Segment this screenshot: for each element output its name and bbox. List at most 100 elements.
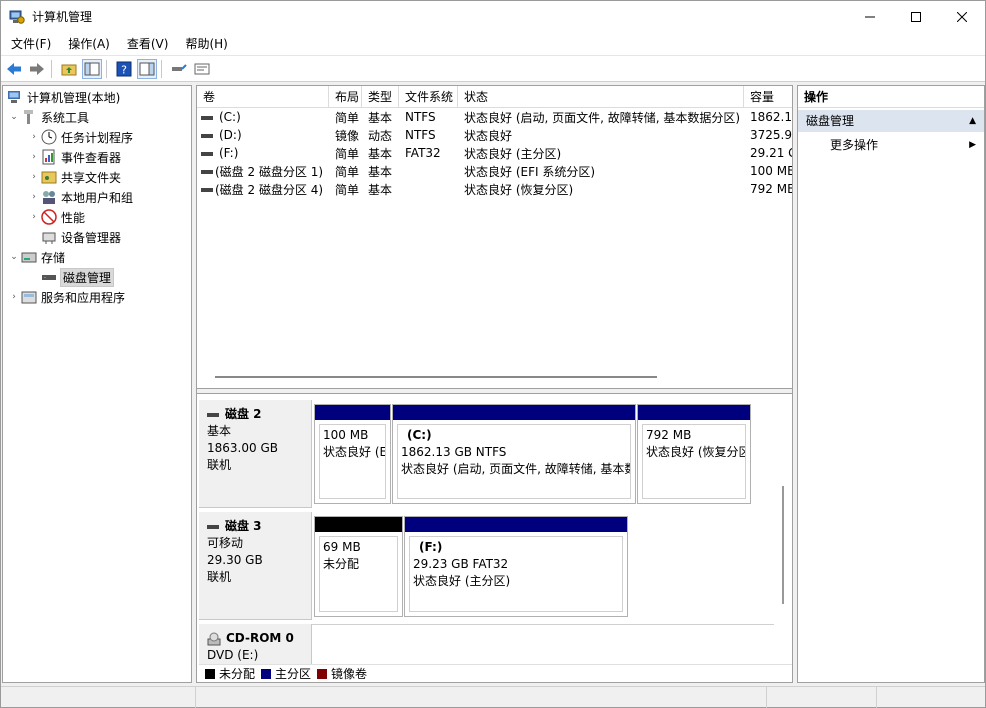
tree-item-storage[interactable]: ⌄ 存储 — [7, 247, 65, 267]
clock-icon — [41, 129, 57, 145]
submenu-arrow-icon: ▶ — [969, 140, 976, 150]
cell-type: 基本 — [368, 146, 393, 161]
show-hide-tree-button[interactable] — [82, 58, 102, 79]
title-bar[interactable]: 计算机管理 — [1, 1, 985, 32]
chevron-down-icon[interactable]: ⌄ — [7, 112, 21, 122]
partition-title: (F:) — [419, 540, 443, 554]
partition-color-bar — [405, 517, 627, 532]
disk-type: DVD (E:) — [207, 648, 259, 662]
partition-size: 69 MB — [323, 540, 361, 554]
tree-item-system-tools[interactable]: ⌄ 系统工具 — [7, 107, 89, 127]
back-button[interactable] — [4, 59, 24, 79]
disk-label[interactable]: CD-ROM 0 DVD (E:) — [199, 624, 312, 664]
pane-splitter[interactable] — [197, 388, 792, 394]
cell-type: 基本 — [368, 164, 393, 179]
menu-view[interactable]: 查看(V) — [120, 35, 176, 52]
actions-section-disk-management[interactable]: 磁盘管理 ▲ — [798, 110, 984, 132]
disk-type: 可移动 — [207, 536, 244, 550]
column-header-type[interactable]: 类型 — [362, 86, 399, 108]
menu-file[interactable]: 文件(F) — [4, 35, 58, 52]
table-row[interactable]: (F:) 简单 基本 FAT32 状态良好 (主分区) 29.21 G — [197, 144, 792, 162]
partition-block[interactable]: (C:) 1862.13 GB NTFS 状态良好 (启动, 页面文件, 故障转… — [392, 404, 636, 504]
partition-color-bar — [315, 405, 390, 420]
partition-block[interactable]: 100 MB 状态良好 (E — [314, 404, 391, 504]
tree-item-disk-management[interactable]: 磁盘管理 — [41, 267, 115, 287]
partition-color-bar — [315, 517, 402, 532]
disk-icon — [207, 524, 219, 529]
disk-label[interactable]: 磁盘 3 可移动 29.30 GB 联机 — [199, 512, 312, 620]
forward-button[interactable] — [27, 59, 47, 79]
main-window: 计算机管理 文件(F) 操作(A) 查看(V) 帮助(H) ? 计算机管理(本地… — [0, 0, 986, 708]
column-header-filesystem[interactable]: 文件系统 — [399, 86, 458, 108]
toolbar-separator — [51, 59, 52, 78]
properties-button[interactable] — [192, 59, 212, 79]
tree-item-task-scheduler[interactable]: › 任务计划程序 — [27, 127, 133, 147]
tree-item-device-manager[interactable]: 设备管理器 — [41, 227, 121, 247]
horizontal-scrollbar[interactable] — [215, 376, 657, 378]
maximize-button[interactable] — [893, 1, 939, 32]
column-header-volume[interactable]: 卷 — [197, 86, 329, 108]
cell-status: 状态良好 (EFI 系统分区) — [464, 164, 596, 179]
menu-help[interactable]: 帮助(H) — [178, 35, 234, 52]
chevron-right-icon[interactable]: › — [27, 172, 41, 182]
chevron-right-icon[interactable]: › — [27, 212, 41, 222]
partition-block[interactable]: 69 MB 未分配 — [314, 516, 403, 617]
partition-block[interactable]: (F:) 29.23 GB FAT32 状态良好 (主分区) — [404, 516, 628, 617]
disk-label[interactable]: 磁盘 2 基本 1863.00 GB 联机 — [199, 400, 312, 508]
disk-management-pane: 卷 布局 类型 文件系统 状态 容量 (C:) 简单 基本 NTFS 状态良好 … — [196, 85, 793, 683]
shared-folder-icon — [41, 171, 57, 184]
cell-filesystem: NTFS — [405, 110, 436, 124]
collapse-up-icon[interactable]: ▲ — [969, 110, 976, 132]
tree-item-shared-folders[interactable]: › 共享文件夹 — [27, 167, 121, 187]
close-icon — [957, 11, 967, 22]
close-button[interactable] — [939, 1, 985, 32]
cell-filesystem: FAT32 — [405, 146, 441, 160]
computer-management-icon — [9, 10, 25, 24]
disk-size: 1863.00 GB — [207, 441, 278, 455]
partition-color-bar — [393, 405, 635, 420]
show-hide-action-pane-button[interactable] — [137, 58, 157, 79]
chevron-right-icon[interactable]: › — [27, 192, 41, 202]
minimize-icon — [865, 16, 875, 17]
table-row[interactable]: (D:) 镜像 动态 NTFS 状态良好 3725.90 — [197, 126, 792, 144]
tree-item-performance[interactable]: › 性能 — [27, 207, 85, 227]
chevron-right-icon[interactable]: › — [27, 132, 41, 142]
tree-item-root[interactable]: 计算机管理(本地) — [7, 87, 120, 107]
disk-name: 磁盘 3 — [225, 519, 262, 533]
vertical-scrollbar[interactable] — [782, 486, 784, 604]
cell-volume: (磁盘 2 磁盘分区 4) — [197, 181, 329, 198]
tree-label: 共享文件夹 — [61, 170, 122, 185]
tree-label: 设备管理器 — [61, 230, 122, 245]
chevron-right-icon[interactable]: › — [7, 292, 21, 302]
partition-block[interactable]: 792 MB 状态良好 (恢复分区 — [637, 404, 751, 504]
toolbar-separator — [106, 59, 107, 78]
folder-up-icon — [61, 64, 77, 75]
column-header-layout[interactable]: 布局 — [329, 86, 362, 108]
chevron-right-icon[interactable]: › — [27, 152, 41, 162]
cell-status: 状态良好 (主分区) — [464, 146, 562, 161]
table-row[interactable]: (C:) 简单 基本 NTFS 状态良好 (启动, 页面文件, 故障转储, 基本… — [197, 108, 792, 126]
column-header-capacity[interactable]: 容量 — [744, 86, 792, 108]
table-row[interactable]: (磁盘 2 磁盘分区 1) 简单 基本 状态良好 (EFI 系统分区) 100 … — [197, 162, 792, 180]
tree-label: 性能 — [61, 210, 86, 225]
more-actions-item[interactable]: 更多操作 ▶ — [798, 135, 984, 155]
column-header-status[interactable]: 状态 — [458, 86, 744, 108]
tree-item-services[interactable]: › 服务和应用程序 — [7, 287, 125, 307]
minimize-button[interactable] — [847, 1, 893, 32]
chevron-down-icon[interactable]: ⌄ — [7, 252, 21, 262]
cell-status: 状态良好 (恢复分区) — [464, 182, 574, 197]
help-button[interactable]: ? — [114, 59, 134, 79]
tree-item-event-viewer[interactable]: › 事件查看器 — [27, 147, 121, 167]
tree-label: 磁盘管理 — [59, 267, 115, 287]
window-title: 计算机管理 — [32, 10, 93, 24]
cell-layout: 简单 — [335, 182, 360, 197]
connect-drive-button[interactable] — [169, 59, 189, 79]
tree-item-local-users[interactable]: › 本地用户和组 — [27, 187, 133, 207]
up-folder-button[interactable] — [59, 59, 79, 79]
divider — [312, 624, 774, 625]
menu-action[interactable]: 操作(A) — [61, 35, 117, 52]
svg-text:?: ? — [121, 63, 127, 76]
cd-drive-icon — [207, 632, 221, 645]
partition-info: 100 MB 状态良好 (E — [319, 424, 386, 499]
table-row[interactable]: (磁盘 2 磁盘分区 4) 简单 基本 状态良好 (恢复分区) 792 MB — [197, 180, 792, 198]
